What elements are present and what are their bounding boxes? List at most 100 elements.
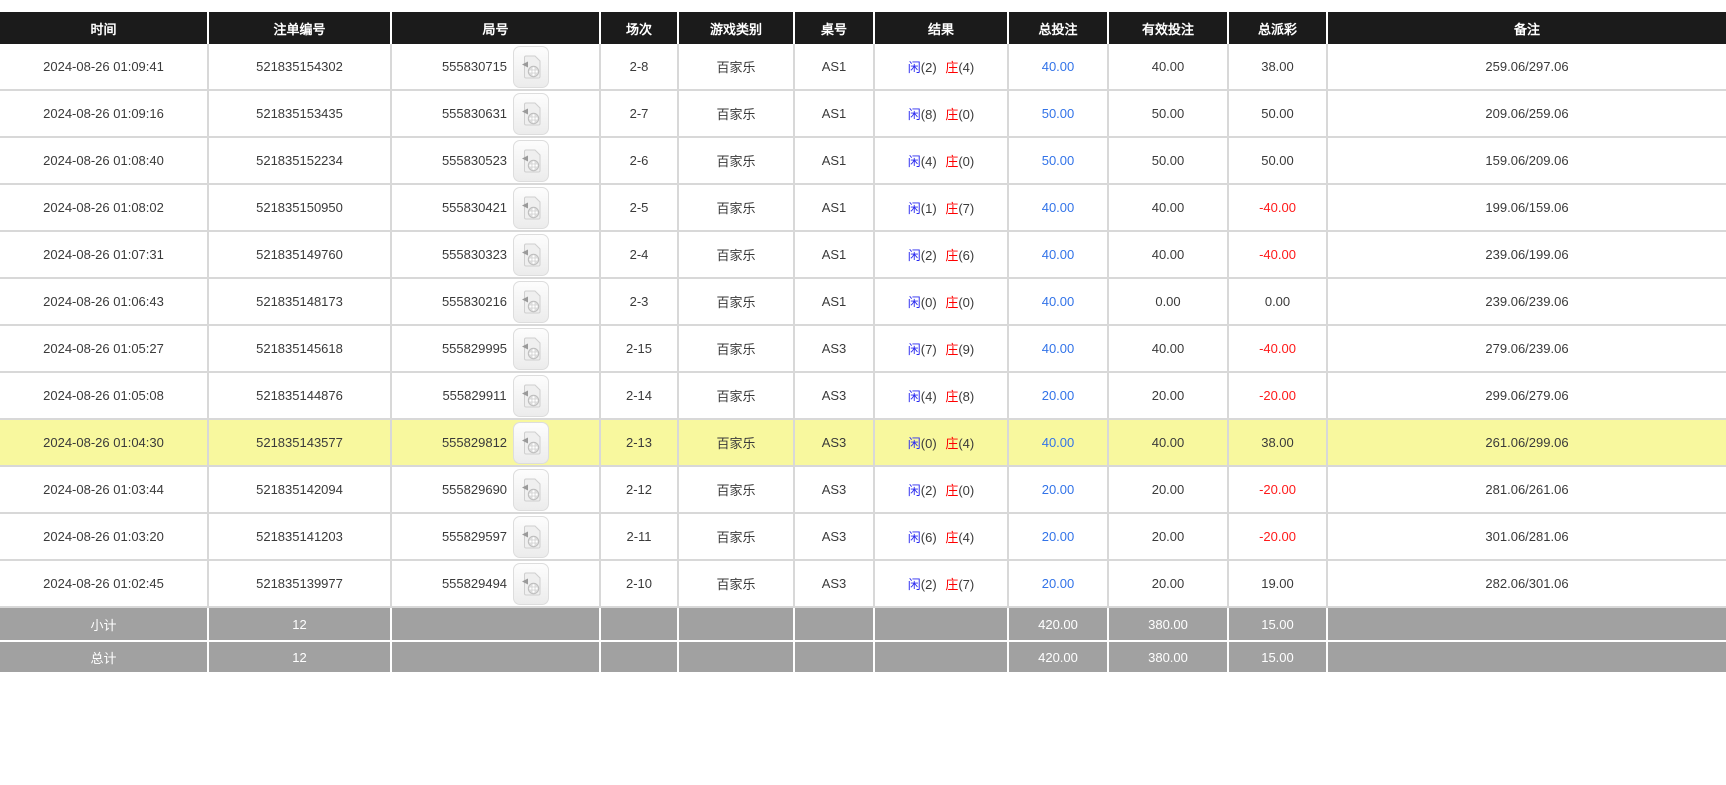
cell-remark: 282.06/301.06 (1328, 561, 1726, 608)
total-bet-link[interactable]: 40.00 (1042, 341, 1075, 356)
cell-result: 闲(7) 庄(9) (875, 326, 1009, 373)
col-header-total-bet: 总投注 (1009, 12, 1109, 44)
cell-session: 2-4 (601, 232, 679, 279)
total-valid-bet: 380.00 (1109, 640, 1229, 672)
total-bet-link[interactable]: 20.00 (1042, 482, 1075, 497)
video-replay-icon (521, 337, 541, 361)
video-replay-button[interactable] (513, 45, 550, 88)
total-bet-link[interactable]: 40.00 (1042, 59, 1075, 74)
col-header-remark: 备注 (1328, 12, 1726, 44)
cell-payout: -20.00 (1229, 373, 1328, 420)
cell-payout: -40.00 (1229, 185, 1328, 232)
cell-bet-id: 521835154302 (209, 44, 392, 91)
table-row[interactable]: 2024-08-26 01:05:08 521835144876 5558299… (0, 373, 1726, 420)
round-number: 555829995 (441, 341, 508, 356)
cell-session: 2-7 (601, 91, 679, 138)
table-row[interactable]: 2024-08-26 01:07:31 521835149760 5558303… (0, 232, 1726, 279)
total-bet-link[interactable]: 20.00 (1042, 388, 1075, 403)
video-replay-button[interactable] (512, 374, 549, 417)
cell-total-bet: 20.00 (1009, 467, 1109, 514)
video-replay-button[interactable] (513, 421, 550, 464)
cell-valid-bet: 0.00 (1109, 279, 1229, 326)
banker-result: 庄(4) (945, 436, 975, 451)
cell-time: 2024-08-26 01:09:16 (0, 91, 209, 138)
total-bet-link[interactable]: 40.00 (1042, 200, 1075, 215)
cell-round: 555830323 (392, 232, 601, 279)
video-replay-button[interactable] (513, 515, 550, 558)
cell-table-no: AS3 (795, 373, 875, 420)
video-replay-button[interactable] (513, 327, 550, 370)
cell-session: 2-13 (601, 420, 679, 467)
subtotal-game (679, 608, 795, 640)
cell-payout: 38.00 (1229, 420, 1328, 467)
table-row[interactable]: 2024-08-26 01:03:20 521835141203 5558295… (0, 514, 1726, 561)
video-replay-button[interactable] (513, 468, 550, 511)
total-total-bet: 420.00 (1009, 640, 1109, 672)
cell-result: 闲(2) 庄(6) (875, 232, 1009, 279)
cell-round: 555830421 (392, 185, 601, 232)
subtotal-valid-bet: 380.00 (1109, 608, 1229, 640)
cell-game: 百家乐 (679, 373, 795, 420)
banker-result: 庄(7) (945, 577, 975, 592)
cell-table-no: AS1 (795, 91, 875, 138)
video-replay-icon (521, 384, 541, 408)
cell-valid-bet: 50.00 (1109, 138, 1229, 185)
video-replay-button[interactable] (513, 233, 550, 276)
banker-result: 庄(6) (945, 248, 975, 263)
table-row[interactable]: 2024-08-26 01:08:40 521835152234 5558305… (0, 138, 1726, 185)
col-header-result: 结果 (875, 12, 1009, 44)
total-bet-link[interactable]: 50.00 (1042, 153, 1075, 168)
video-replay-button[interactable] (513, 186, 550, 229)
cell-bet-id: 521835152234 (209, 138, 392, 185)
cell-round: 555829690 (392, 467, 601, 514)
subtotal-total-bet: 420.00 (1009, 608, 1109, 640)
col-header-round: 局号 (392, 12, 601, 44)
video-replay-icon (521, 431, 541, 455)
cell-remark: 209.06/259.06 (1328, 91, 1726, 138)
cell-table-no: AS1 (795, 232, 875, 279)
cell-total-bet: 40.00 (1009, 326, 1109, 373)
cell-result: 闲(2) 庄(7) (875, 561, 1009, 608)
subtotal-remark (1328, 608, 1726, 640)
subtotal-round (392, 608, 601, 640)
total-bet-link[interactable]: 40.00 (1042, 294, 1075, 309)
cell-session: 2-8 (601, 44, 679, 91)
table-row[interactable]: 2024-08-26 01:09:16 521835153435 5558306… (0, 91, 1726, 138)
cell-time: 2024-08-26 01:04:30 (0, 420, 209, 467)
cell-round: 555829494 (392, 561, 601, 608)
table-row[interactable]: 2024-08-26 01:03:44 521835142094 5558296… (0, 467, 1726, 514)
cell-remark: 239.06/199.06 (1328, 232, 1726, 279)
cell-round: 555829911 (392, 373, 601, 420)
table-row[interactable]: 2024-08-26 01:02:45 521835139977 5558294… (0, 561, 1726, 608)
video-replay-icon (521, 525, 541, 549)
total-session (601, 640, 679, 672)
video-replay-button[interactable] (513, 92, 550, 135)
cell-table-no: AS3 (795, 514, 875, 561)
bet-records-page: 时间 注单编号 局号 场次 游戏类别 桌号 结果 总投注 有效投注 总派彩 备注… (0, 0, 1726, 672)
table-row[interactable]: 2024-08-26 01:08:02 521835150950 5558304… (0, 185, 1726, 232)
total-game (679, 640, 795, 672)
total-bet-link[interactable]: 20.00 (1042, 529, 1075, 544)
video-replay-button[interactable] (513, 139, 550, 182)
cell-table-no: AS1 (795, 138, 875, 185)
cell-game: 百家乐 (679, 420, 795, 467)
table-row[interactable]: 2024-08-26 01:05:27 521835145618 5558299… (0, 326, 1726, 373)
total-bet-link[interactable]: 40.00 (1042, 435, 1075, 450)
table-row[interactable]: 2024-08-26 01:06:43 521835148173 5558302… (0, 279, 1726, 326)
video-replay-button[interactable] (513, 562, 550, 605)
total-bet-link[interactable]: 20.00 (1042, 576, 1075, 591)
round-number: 555830715 (441, 59, 508, 74)
total-bet-link[interactable]: 40.00 (1042, 247, 1075, 262)
table-row[interactable]: 2024-08-26 01:09:41 521835154302 5558307… (0, 44, 1726, 91)
cell-total-bet: 40.00 (1009, 232, 1109, 279)
total-bet-link[interactable]: 50.00 (1042, 106, 1075, 121)
cell-table-no: AS3 (795, 420, 875, 467)
cell-time: 2024-08-26 01:06:43 (0, 279, 209, 326)
total-row: 总计 12 420.00 380.00 15.00 (0, 640, 1726, 672)
cell-valid-bet: 40.00 (1109, 185, 1229, 232)
video-replay-button[interactable] (513, 280, 550, 323)
banker-result: 庄(0) (945, 483, 975, 498)
table-row[interactable]: 2024-08-26 01:04:30 521835143577 5558298… (0, 420, 1726, 467)
player-result: 闲(2) (907, 483, 937, 498)
cell-bet-id: 521835149760 (209, 232, 392, 279)
